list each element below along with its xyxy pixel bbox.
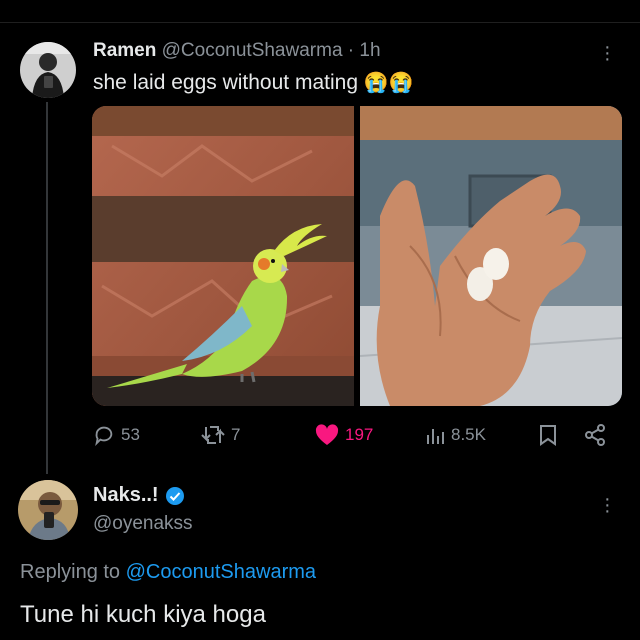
reply-avatar[interactable] <box>18 480 78 540</box>
reply-header: Naks..! <box>93 484 185 507</box>
thread-line <box>46 102 48 474</box>
replying-prefix: Replying to <box>20 561 121 583</box>
views-count: 8.5K <box>451 425 486 444</box>
media-image-bird[interactable] <box>92 106 354 406</box>
tweet-header: Ramen @CoconutShawarma · 1h <box>93 40 381 62</box>
bookmark-icon[interactable] <box>539 424 557 446</box>
author-name[interactable]: Ramen <box>93 40 156 61</box>
tweet-text: she laid eggs without mating 😭😭 <box>93 70 414 95</box>
like-count: 197 <box>345 425 374 444</box>
separator-dot: · <box>347 40 355 61</box>
repost-action[interactable]: 7 <box>201 424 240 446</box>
media-image-eggs[interactable] <box>360 106 622 406</box>
reply-count: 53 <box>121 425 140 444</box>
reply-more-icon[interactable]: · · · <box>604 489 611 521</box>
repost-icon <box>201 426 225 444</box>
avatar[interactable] <box>20 42 76 98</box>
timestamp[interactable]: 1h <box>359 40 380 61</box>
author-handle[interactable]: @CoconutShawarma <box>162 40 343 61</box>
reply-icon <box>95 426 113 446</box>
verified-icon <box>165 486 184 505</box>
views-action[interactable]: 8.5K <box>425 425 486 445</box>
reply-action[interactable]: 53 <box>93 424 140 446</box>
views-icon <box>427 429 444 444</box>
tweet-body: she laid eggs without mating <box>93 71 358 94</box>
top-divider <box>0 22 640 23</box>
action-bar: 53 7 197 8.5K <box>93 420 613 450</box>
share-icon[interactable] <box>583 423 607 447</box>
repost-count: 7 <box>231 425 241 444</box>
reply-handle[interactable]: @oyenakss <box>93 513 193 535</box>
more-icon[interactable]: · · · <box>604 37 611 69</box>
crying-emoji: 😭😭 <box>363 72 414 94</box>
reply-text: Tune hi kuch kiya hoga <box>20 601 266 628</box>
replying-to: Replying to @CoconutShawarma <box>20 561 316 584</box>
reply-author-name[interactable]: Naks..! <box>93 484 159 507</box>
like-action[interactable]: 197 <box>315 424 373 446</box>
replying-handle-link[interactable]: @CoconutShawarma <box>126 561 316 583</box>
heart-icon <box>315 424 339 445</box>
